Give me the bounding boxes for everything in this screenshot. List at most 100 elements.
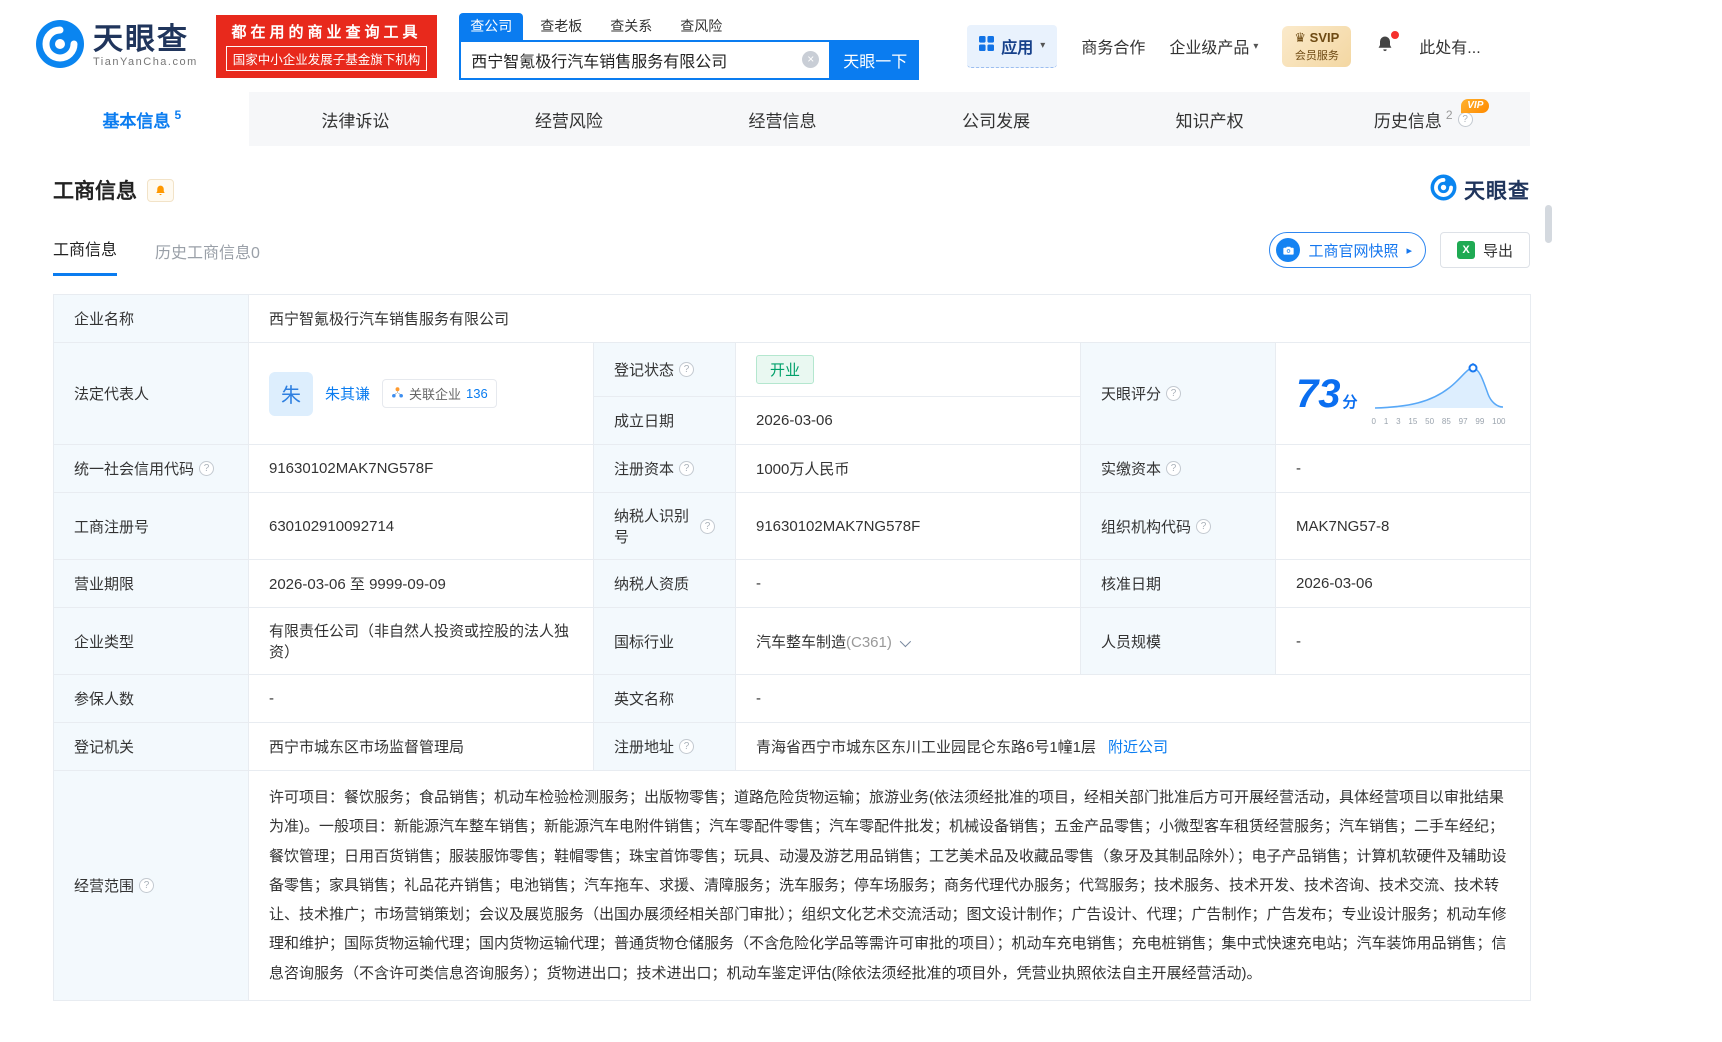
taxpayer-quality-label: 纳税人资质 — [594, 560, 736, 608]
help-icon[interactable]: ? — [1166, 386, 1181, 401]
svip-title: SVIP — [1310, 30, 1340, 45]
legal-rep-cell: 朱 朱其谦 关联企业 136 — [249, 343, 594, 445]
paid-capital-value: - — [1276, 445, 1531, 493]
camera-icon — [1276, 238, 1300, 262]
tab-label: 历史信息 — [1374, 107, 1442, 132]
nearby-companies-link[interactable]: 附近公司 — [1108, 739, 1168, 756]
export-button[interactable]: X 导出 — [1440, 232, 1530, 268]
reg-capital-label: 注册资本? — [594, 445, 736, 493]
status-label-text: 登记状态 — [614, 359, 674, 380]
tab-label: 知识产权 — [1176, 107, 1244, 132]
tab-basic-info[interactable]: 基本信息 5 — [35, 92, 249, 146]
tab-operating-risk[interactable]: 经营风险 — [462, 92, 676, 146]
chevron-down-icon: ▾ — [1253, 41, 1258, 52]
promo-banner: 都在用的商业查询工具 国家中小企业发展子基金旗下机构 — [216, 15, 438, 78]
establish-date-value: 2026-03-06 — [736, 397, 1081, 445]
tianyancha-logo[interactable]: 天眼查 TianYanCha.com — [35, 19, 198, 74]
crown-icon: ♛ — [1294, 30, 1306, 45]
business-scope-label: 经营范围? — [54, 771, 249, 1001]
arrow-right-icon: ▸ — [1406, 244, 1412, 257]
help-icon[interactable]: ? — [679, 739, 694, 754]
tax-id-value: 91630102MAK7NG578F — [736, 493, 1081, 560]
search-button[interactable]: 天眼一下 — [831, 40, 919, 80]
search-input[interactable] — [461, 51, 802, 69]
promo-line2: 国家中小企业发展子基金旗下机构 — [226, 46, 428, 71]
enterprise-product-label: 企业级产品 — [1169, 34, 1249, 58]
related-companies-count: 136 — [466, 386, 488, 401]
business-term-label: 营业期限 — [54, 560, 249, 608]
table-row: 法定代表人 朱 朱其谦 关联企业 136 登记状态? 开业 天眼评分? — [54, 343, 1531, 397]
subtab-row: 工商信息 历史工商信息0 工商官网快照 ▸ X 导出 — [53, 232, 1530, 276]
score-value[interactable]: 73分 — [1296, 374, 1358, 414]
tab-legal-litigation[interactable]: 法律诉讼 — [249, 92, 463, 146]
search-tab-risk[interactable]: 查风险 — [669, 13, 733, 40]
help-icon[interactable]: ? — [679, 362, 694, 377]
help-icon[interactable]: ? — [199, 461, 214, 476]
address-value: 青海省西宁市城东区东川工业园昆仑东路6号1幢1层 — [756, 739, 1096, 756]
label-text: 组织机构代码 — [1101, 516, 1191, 537]
tianyancha-eye-icon — [35, 19, 85, 74]
industry-code: (C361) — [846, 634, 892, 651]
business-term-value: 2026-03-06 至 9999-09-09 — [249, 560, 594, 608]
industry-cell: 汽车整车制造(C361) — [736, 608, 1081, 675]
approve-date-value: 2026-03-06 — [1276, 560, 1531, 608]
label-text: 纳税人识别号 — [614, 505, 695, 547]
label-text: 实缴资本 — [1101, 458, 1161, 479]
business-scope-value: 许可项目：餐饮服务；食品销售；机动车检验检测服务；出版物零售；道路危险货物运输；… — [249, 771, 1531, 1001]
avatar[interactable]: 朱 — [269, 372, 313, 416]
help-icon[interactable]: ? — [1458, 112, 1473, 127]
tianyancha-eye-icon — [1430, 174, 1457, 206]
industry-value: 汽车整车制造 — [756, 634, 846, 651]
paid-capital-label: 实缴资本? — [1081, 445, 1276, 493]
section-head: 工商信息 天眼查 — [53, 174, 1530, 206]
chevron-down-icon: ▾ — [1040, 40, 1045, 51]
related-companies-badge[interactable]: 关联企业 136 — [382, 379, 497, 408]
svip-member-badge[interactable]: ♛ SVIP 会员服务 — [1282, 26, 1351, 67]
tab-company-development[interactable]: 公司发展 — [889, 92, 1103, 146]
search-tab-relation[interactable]: 查关系 — [599, 13, 663, 40]
subtab-business-info[interactable]: 工商信息 — [53, 236, 117, 276]
excel-icon: X — [1457, 241, 1475, 259]
business-info-table: 企业名称 西宁智氪极行汽车销售服务有限公司 法定代表人 朱 朱其谦 关联企业 1… — [53, 294, 1531, 1001]
score-unit: 分 — [1343, 394, 1358, 411]
clear-search-icon[interactable]: × — [802, 51, 819, 68]
vip-badge: VIP — [1461, 99, 1489, 113]
subscribe-bell-icon[interactable] — [147, 179, 174, 202]
english-name-label: 英文名称 — [594, 675, 736, 723]
help-icon[interactable]: ? — [679, 461, 694, 476]
approve-date-label: 核准日期 — [1081, 560, 1276, 608]
subtab-history-business-info[interactable]: 历史工商信息0 — [155, 239, 260, 276]
chevron-down-icon[interactable] — [900, 635, 911, 646]
tab-history-info[interactable]: 历史信息 2 ? VIP — [1316, 92, 1530, 146]
notification-bell-icon[interactable] — [1375, 34, 1395, 59]
label-text: 注册资本 — [614, 458, 674, 479]
enterprise-product-link[interactable]: 企业级产品 ▾ — [1169, 34, 1258, 58]
staff-size-value: - — [1276, 608, 1531, 675]
org-code-value: MAK7NG57-8 — [1276, 493, 1531, 560]
company-type-value: 有限责任公司（非自然人投资或控股的法人独资） — [249, 608, 594, 675]
official-snapshot-button[interactable]: 工商官网快照 ▸ — [1269, 232, 1426, 268]
tab-basic-info-count: 5 — [174, 108, 181, 122]
reg-no-value: 630102910092714 — [249, 493, 594, 560]
scrollbar-thumb[interactable] — [1545, 205, 1552, 243]
establish-date-label: 成立日期 — [594, 397, 736, 445]
help-icon[interactable]: ? — [1166, 461, 1181, 476]
help-icon[interactable]: ? — [139, 878, 154, 893]
reg-authority-value: 西宁市城东区市场监督管理局 — [249, 723, 594, 771]
address-cell: 青海省西宁市城东区东川工业园昆仑东路6号1幢1层附近公司 — [736, 723, 1531, 771]
business-cooperation-link[interactable]: 商务合作 — [1081, 34, 1145, 58]
apps-button[interactable]: 应用 ▾ — [967, 25, 1057, 68]
reg-no-label: 工商注册号 — [54, 493, 249, 560]
tab-label: 法律诉讼 — [321, 107, 389, 132]
search-tab-company[interactable]: 查公司 — [459, 13, 523, 40]
status-cell: 开业 — [736, 343, 1081, 397]
search-tab-boss[interactable]: 查老板 — [529, 13, 593, 40]
tab-intellectual-property[interactable]: 知识产权 — [1103, 92, 1317, 146]
legal-rep-name-link[interactable]: 朱其谦 — [325, 383, 370, 404]
user-menu[interactable]: 此处有... — [1419, 34, 1480, 58]
help-icon[interactable]: ? — [1196, 519, 1211, 534]
company-type-label: 企业类型 — [54, 608, 249, 675]
help-icon[interactable]: ? — [700, 519, 715, 534]
snapshot-label: 工商官网快照 — [1308, 240, 1398, 261]
tab-operating-info[interactable]: 经营信息 — [676, 92, 890, 146]
